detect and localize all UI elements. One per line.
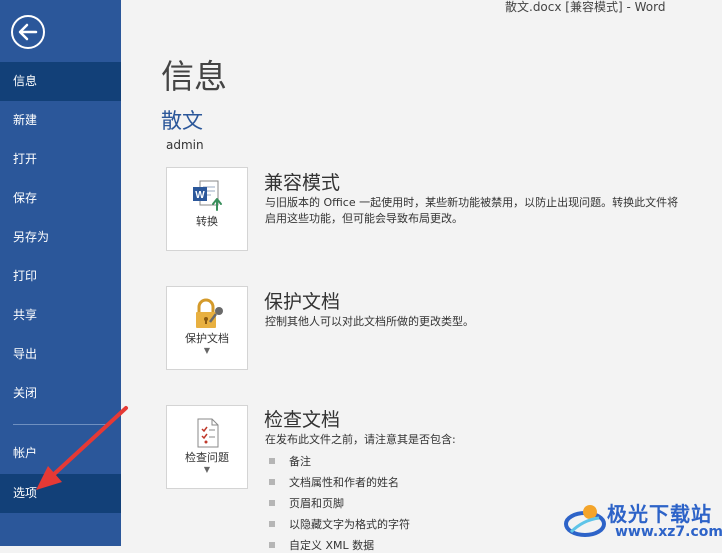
word-convert-icon: W (193, 180, 222, 211)
compat-mode-title: 兼容模式 (264, 172, 341, 194)
chevron-down-icon: ▼ (203, 346, 211, 355)
bullet-marker (269, 542, 275, 548)
watermark-logo-icon (564, 505, 606, 537)
convert-button-label: 转换 (196, 215, 218, 228)
back-button[interactable] (10, 14, 46, 50)
watermark-text: 极光下载站 (607, 502, 712, 526)
svg-text:W: W (195, 190, 205, 201)
inspect-document-description: 在发布此文件之前，请注意其是否包含: (265, 433, 456, 446)
watermark: 极光下载站 www.xz7.com (563, 496, 722, 546)
watermark-url: www.xz7.com (615, 524, 722, 540)
sidebar-item-save-as[interactable]: 另存为 (0, 218, 121, 257)
backstage-sidebar: 信息 新建 打开 保存 另存为 打印 共享 导出 关闭 帐户 选项 (0, 0, 121, 546)
protect-document-description: 控制其他人可以对此文档所做的更改类型。 (265, 315, 474, 328)
chevron-down-icon: ▼ (203, 465, 211, 474)
list-item: 自定义 XML 数据 (289, 539, 375, 552)
sidebar-item-share[interactable]: 共享 (0, 296, 121, 335)
sidebar-item-info[interactable]: 信息 (0, 62, 121, 101)
check-for-issues-button-label: 检查问题 (185, 451, 229, 464)
sidebar-item-save[interactable]: 保存 (0, 179, 121, 218)
document-name: 散文 (161, 109, 203, 133)
document-author: admin (166, 138, 204, 152)
list-item: 以隐藏文字为格式的字符 (289, 518, 410, 531)
protect-document-button-label: 保护文档 (185, 332, 229, 345)
convert-button[interactable]: W 转换 (166, 167, 248, 251)
page-title: 信息 (161, 57, 227, 96)
bullet-marker (269, 521, 275, 527)
sidebar-item-options[interactable]: 选项 (0, 474, 121, 513)
sidebar-divider (13, 424, 109, 425)
sidebar-item-close[interactable]: 关闭 (0, 374, 121, 413)
protect-document-button[interactable]: 保护文档 ▼ (166, 286, 248, 370)
sidebar-item-export[interactable]: 导出 (0, 335, 121, 374)
checklist-icon (197, 418, 219, 448)
list-item: 页眉和页脚 (289, 497, 344, 510)
sidebar-item-open[interactable]: 打开 (0, 140, 121, 179)
bullet-marker (269, 458, 275, 464)
list-item: 备注 (289, 455, 311, 468)
lock-key-icon (196, 298, 223, 328)
bullet-marker (269, 500, 275, 506)
compat-mode-description: 与旧版本的 Office 一起使用时，某些新功能被禁用，以防止出现问题。转换此文… (265, 196, 679, 225)
sidebar-item-account[interactable]: 帐户 (0, 434, 121, 473)
back-arrow-icon (11, 15, 45, 49)
inspect-document-title: 检查文档 (264, 409, 341, 431)
protect-document-title: 保护文档 (264, 291, 341, 313)
list-item: 文档属性和作者的姓名 (289, 476, 399, 489)
check-for-issues-button[interactable]: 检查问题 ▼ (166, 405, 248, 489)
bullet-marker (269, 479, 275, 485)
sidebar-item-new[interactable]: 新建 (0, 101, 121, 140)
window-title: 散文.docx [兼容模式] - Word (505, 0, 666, 14)
sidebar-item-print[interactable]: 打印 (0, 257, 121, 296)
